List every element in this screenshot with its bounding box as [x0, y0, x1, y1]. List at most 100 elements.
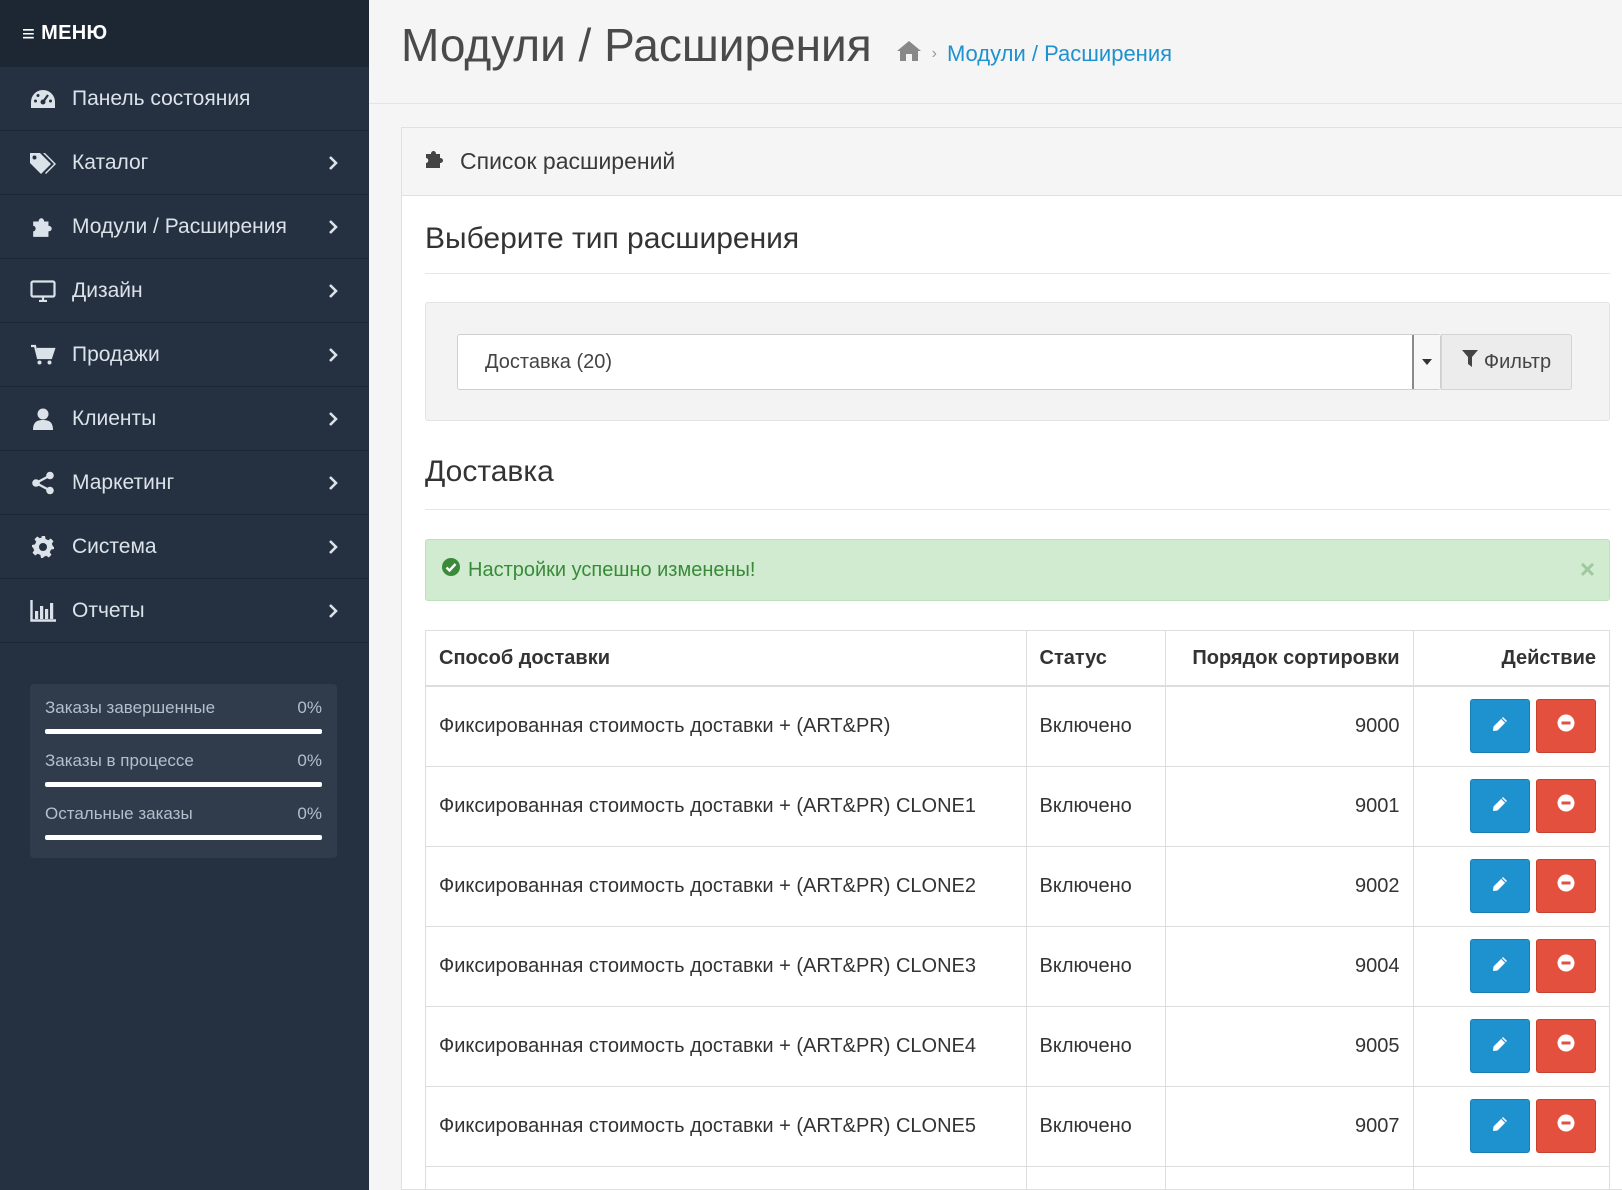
action-cell [1413, 926, 1609, 1007]
caret-down-icon[interactable] [1412, 335, 1440, 389]
sidebar-item-reports[interactable]: Отчеты [0, 579, 369, 643]
table-row: Фиксированная стоимость доставки + (ART&… [426, 846, 1609, 927]
sidebar-item-label: Отчеты [72, 598, 145, 622]
check-circle-icon [442, 558, 460, 582]
shipping-method-name: Фиксированная стоимость доставки + (ART&… [426, 846, 1027, 927]
filter-well: Доставка (20) Фильтр [425, 302, 1610, 421]
shipping-method-name: Фиксированная стоимость доставки + (ART&… [426, 1006, 1027, 1087]
uninstall-button[interactable] [1536, 939, 1596, 993]
column-header-method[interactable]: Способ доставки [426, 631, 1027, 687]
shipping-method-name [426, 1166, 1027, 1190]
sort-order-cell [1165, 1166, 1414, 1190]
shipping-method-name: Фиксированная стоимость доставки + (ART&… [426, 926, 1027, 1007]
extension-type-select[interactable]: Доставка (20) [457, 334, 1441, 390]
minus-circle-icon [1557, 1034, 1575, 1058]
table-row [426, 1166, 1609, 1190]
sidebar-item-label: Каталог [72, 150, 149, 174]
edit-button[interactable] [1470, 1019, 1530, 1073]
sidebar-item-label: Дизайн [72, 278, 143, 302]
page-title: Модули / Расширения [401, 18, 872, 71]
sort-order-cell: 9005 [1165, 1006, 1414, 1087]
sidebar-item-customers[interactable]: Клиенты [0, 387, 369, 451]
status-cell: Включено [1026, 1006, 1166, 1087]
stat-value: 0% [297, 804, 322, 823]
shipping-method-name: Фиксированная стоимость доставки + (ART&… [426, 1086, 1027, 1167]
sidebar-item-catalog[interactable]: Каталог [0, 131, 369, 195]
sidebar-item-extensions[interactable]: Модули / Расширения [0, 195, 369, 259]
sidebar-item-label: Модули / Расширения [72, 214, 287, 238]
pencil-icon [1492, 875, 1508, 898]
edit-button[interactable] [1470, 939, 1530, 993]
success-alert: Настройки успешно изменены! × [425, 539, 1610, 601]
minus-circle-icon [1557, 794, 1575, 818]
action-cell [1413, 686, 1609, 767]
stat-value: 0% [297, 751, 322, 770]
sidebar-item-system[interactable]: Система [0, 515, 369, 579]
breadcrumb-link[interactable]: Модули / Расширения [947, 41, 1172, 67]
uninstall-button[interactable] [1536, 779, 1596, 833]
minus-circle-icon [1557, 714, 1575, 738]
pencil-icon [1492, 1035, 1508, 1058]
sidebar-item-label: Маркетинг [72, 470, 175, 494]
panel-heading: Список расширений [402, 128, 1622, 196]
uninstall-button[interactable] [1536, 699, 1596, 754]
minus-circle-icon [1557, 954, 1575, 978]
stat-progress-bar [45, 835, 322, 840]
filter-icon [1461, 350, 1478, 374]
sidebar-item-label: Продажи [72, 342, 160, 366]
column-header-status: Статус [1026, 631, 1166, 687]
uninstall-button[interactable] [1536, 859, 1596, 913]
chevron-right-icon [323, 281, 343, 301]
sidebar-item-marketing[interactable]: Маркетинг [0, 451, 369, 515]
sidebar-item-dashboard[interactable]: Панель состояния [0, 67, 369, 131]
action-cell [1413, 846, 1609, 927]
shipping-table: Способ доставки Статус Порядок сортировк… [425, 630, 1610, 1190]
home-icon[interactable] [896, 40, 922, 67]
shipping-method-name: Фиксированная стоимость доставки + (ART&… [426, 686, 1027, 767]
order-stat: Заказы в процессе 0% [45, 751, 322, 804]
filter-button[interactable]: Фильтр [1441, 334, 1572, 390]
action-cell [1413, 1086, 1609, 1167]
sidebar-item-label: Клиенты [72, 406, 157, 430]
chevron-right-icon [323, 153, 343, 173]
chevron-right-icon [323, 345, 343, 365]
filter-label: Фильтр [1483, 350, 1552, 373]
uninstall-button[interactable] [1536, 1019, 1596, 1073]
sort-order-cell: 9004 [1165, 926, 1414, 1007]
chevron-right-icon [323, 217, 343, 237]
column-header-sort[interactable]: Порядок сортировки [1165, 631, 1414, 687]
user-icon [28, 404, 58, 434]
table-row: Фиксированная стоимость доставки + (ART&… [426, 926, 1609, 1007]
minus-circle-icon [1557, 1114, 1575, 1138]
sidebar-item-label: Система [72, 534, 157, 558]
cart-icon [28, 340, 58, 370]
gear-icon [28, 532, 58, 562]
edit-button[interactable] [1470, 859, 1530, 913]
sidebar: ≡ МЕНЮ Панель состояния Каталог Модули / Р… [0, 0, 369, 1190]
menu-toggle[interactable]: ≡ МЕНЮ [0, 0, 369, 67]
choose-type-heading: Выберите тип расширения [425, 196, 1610, 274]
stat-value: 0% [297, 698, 322, 717]
edit-button[interactable] [1470, 779, 1530, 833]
nav-list: Панель состояния Каталог Модули / Расширен… [0, 67, 369, 643]
table-row: Фиксированная стоимость доставки + (ART&… [426, 1006, 1609, 1087]
sidebar-item-design[interactable]: Дизайн [0, 259, 369, 323]
status-cell: Включено [1026, 766, 1166, 847]
status-cell: Включено [1026, 1086, 1166, 1167]
table-row: Фиксированная стоимость доставки + (ART&… [426, 686, 1609, 767]
puzzle-icon [424, 148, 446, 176]
action-cell [1413, 766, 1609, 847]
tags-icon [28, 148, 58, 178]
sidebar-item-label: Панель состояния [72, 86, 251, 110]
minus-circle-icon [1557, 874, 1575, 898]
pencil-icon [1492, 795, 1508, 818]
uninstall-button[interactable] [1536, 1099, 1596, 1153]
edit-button[interactable] [1470, 1099, 1530, 1153]
sidebar-item-sales[interactable]: Продажи [0, 323, 369, 387]
edit-button[interactable] [1470, 699, 1530, 754]
stat-label: Остальные заказы [45, 804, 193, 823]
stat-progress-bar [45, 782, 322, 787]
close-icon[interactable]: × [1580, 554, 1595, 585]
menu-label: МЕНЮ [41, 22, 108, 44]
table-row: Фиксированная стоимость доставки + (ART&… [426, 1086, 1609, 1167]
